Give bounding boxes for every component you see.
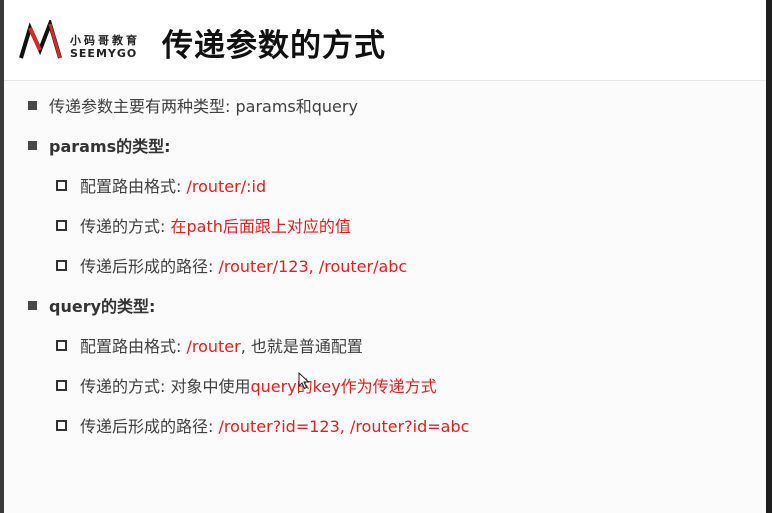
list-item: 传递后形成的路径: /router?id=123, /router?id=abc (56, 416, 469, 438)
brand-logo: 小码哥教育 SEEMYGO (18, 20, 152, 64)
mouse-cursor-icon (298, 372, 310, 390)
right-window-edge (766, 0, 772, 513)
section-heading-params: params的类型: (28, 136, 171, 158)
section-heading-query: query的类型: (28, 296, 155, 318)
hollow-square-bullet-icon (56, 420, 67, 431)
list-item: 传递后形成的路径: /router/123, /router/abc (56, 256, 407, 278)
list-item: 传递的方式: 在path后面跟上对应的值 (56, 216, 351, 238)
logo-english-name: SEEMYGO (70, 47, 138, 60)
hollow-square-bullet-icon (56, 260, 67, 271)
section-heading-text: params的类型: (49, 137, 171, 156)
hollow-square-bullet-icon (56, 380, 67, 391)
page-title: 传递参数的方式 (162, 28, 386, 64)
seemygo-logo-icon (19, 20, 62, 59)
item-label: 传递后形成的路径: (80, 257, 219, 276)
filled-square-bullet-icon (28, 101, 37, 110)
list-item: 配置路由格式: /router/:id (56, 176, 266, 198)
item-label: 传递后形成的路径: (80, 417, 219, 436)
item-value: /router?id=123, /router?id=abc (218, 417, 470, 436)
filled-square-bullet-icon (28, 301, 37, 310)
list-item: 传递的方式: 对象中使用query的key作为传递方式 (56, 376, 437, 398)
item-value: query的key作为传递方式 (250, 377, 437, 396)
section-heading-text: query的类型: (49, 297, 156, 316)
intro-text: 传递参数主要有两种类型: params和query (49, 97, 358, 116)
intro-line: 传递参数主要有两种类型: params和query (28, 96, 358, 118)
item-label: 传递的方式: 对象中使用 (80, 377, 251, 396)
item-label: 配置路由格式: (80, 337, 187, 356)
item-value: /router/123, /router/abc (218, 257, 408, 276)
item-value: /router (186, 337, 241, 356)
item-label: 配置路由格式: (80, 177, 187, 196)
item-label: 传递的方式: (80, 217, 171, 236)
filled-square-bullet-icon (28, 141, 37, 150)
list-item: 配置路由格式: /router, 也就是普通配置 (56, 336, 363, 358)
hollow-square-bullet-icon (56, 340, 67, 351)
hollow-square-bullet-icon (56, 180, 67, 191)
item-value: 在path后面跟上对应的值 (170, 217, 351, 236)
logo-chinese-name: 小码哥教育 (70, 34, 140, 47)
hollow-square-bullet-icon (56, 220, 67, 231)
item-value: /router/:id (186, 177, 267, 196)
item-suffix: , 也就是普通配置 (240, 337, 363, 356)
